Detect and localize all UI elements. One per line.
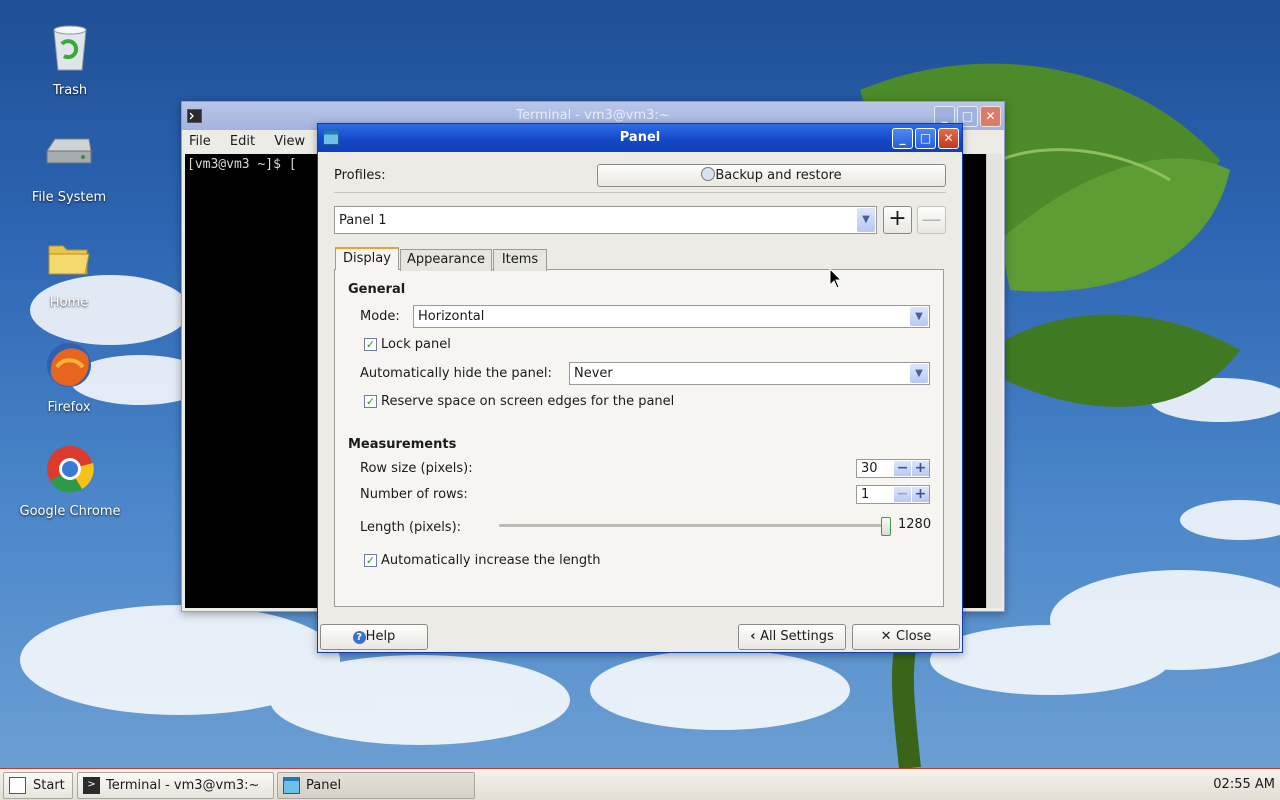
panel-titlebar[interactable]: Panel <box>318 124 962 152</box>
terminal-scrollbar[interactable] <box>986 154 1002 608</box>
chevron-down-icon: ▼ <box>857 208 875 232</box>
panel-select[interactable]: Panel 1 ▼ <box>334 206 877 234</box>
lock-panel-label[interactable]: Lock panel <box>381 337 451 352</box>
lock-panel-checkbox[interactable]: ✓ <box>364 338 377 351</box>
rows-spinner[interactable]: 1 − + <box>856 485 930 504</box>
general-heading: General <box>348 282 406 297</box>
panel-maximize-button[interactable]: □ <box>915 128 936 149</box>
auto-increase-label[interactable]: Automatically increase the length <box>381 553 601 568</box>
length-slider-track[interactable] <box>499 524 891 527</box>
desktop-icon-google-chrome[interactable]: Google Chrome <box>15 443 125 520</box>
help-icon: ? <box>352 631 366 644</box>
length-value: 1280 <box>898 517 932 532</box>
auto-increase-checkbox[interactable]: ✓ <box>364 554 377 567</box>
tab-display[interactable]: Display <box>335 247 399 270</box>
terminal-title: Terminal - vm3@vm3:~ <box>516 108 670 123</box>
desktop-icon-label: Trash <box>52 83 88 98</box>
profiles-label: Profiles: <box>334 168 386 183</box>
desktop-icon-file-system[interactable]: File System <box>14 129 124 206</box>
start-button[interactable]: Start <box>3 772 73 799</box>
tab-items[interactable]: Items <box>493 249 547 271</box>
desktop-icon-label: Google Chrome <box>19 504 121 519</box>
rows-value: 1 <box>861 487 870 502</box>
autohide-label: Automatically hide the panel: <box>360 366 552 381</box>
mode-select[interactable]: Horizontal ▼ <box>413 305 930 328</box>
plus-icon[interactable]: + <box>912 487 929 502</box>
minus-icon: — <box>921 207 942 231</box>
autohide-select[interactable]: Never ▼ <box>569 362 930 385</box>
taskbar-item-panel[interactable]: Panel <box>277 772 475 799</box>
remove-panel-button[interactable]: — <box>917 206 946 234</box>
terminal-menu-file[interactable]: File <box>189 134 211 149</box>
terminal-close-button[interactable]: ✕ <box>980 106 1001 127</box>
terminal-icon <box>187 109 202 123</box>
plus-icon[interactable]: + <box>912 461 929 476</box>
backup-restore-button[interactable]: Backup and restore <box>597 164 946 187</box>
panel-close-button[interactable]: ✕ <box>938 128 959 149</box>
start-menu-icon <box>9 777 26 794</box>
tab-appearance[interactable]: Appearance <box>400 249 492 271</box>
help-button[interactable]: ? Help <box>320 624 428 650</box>
mouse-cursor-icon <box>829 268 843 289</box>
length-label: Length (pixels): <box>360 520 462 535</box>
close-icon: ✕ <box>880 629 896 644</box>
all-settings-button[interactable]: ‹ All Settings <box>738 624 846 650</box>
terminal-icon: > <box>83 777 100 794</box>
trash-icon <box>53 25 87 71</box>
chevron-left-icon: ‹ <box>750 629 761 644</box>
minus-icon[interactable]: − <box>894 461 911 476</box>
chrome-icon <box>47 446 94 493</box>
desktop-icon-trash[interactable]: Trash <box>15 22 125 99</box>
row-size-value: 30 <box>861 461 878 476</box>
minus-icon[interactable]: − <box>894 487 911 502</box>
desktop-icon-label: Firefox <box>47 400 91 415</box>
row-size-spinner[interactable]: 30 − + <box>856 459 930 478</box>
row-size-label: Row size (pixels): <box>360 461 473 476</box>
folder-icon <box>48 245 90 275</box>
panel-app-icon <box>323 130 339 145</box>
reserve-space-label[interactable]: Reserve space on screen edges for the pa… <box>381 394 674 409</box>
backup-icon <box>701 167 716 181</box>
chevron-down-icon: ▼ <box>910 307 928 326</box>
firefox-icon <box>47 343 91 387</box>
desktop-icon-label: File System <box>31 190 107 205</box>
chevron-down-icon: ▼ <box>910 364 928 383</box>
plus-icon: + <box>888 206 907 231</box>
panel-app-icon <box>283 777 300 794</box>
hard-drive-icon <box>46 138 92 164</box>
panel-minimize-button[interactable]: _ <box>892 128 913 149</box>
taskbar-clock: 02:55 AM <box>1213 777 1275 792</box>
reserve-space-checkbox[interactable]: ✓ <box>364 395 377 408</box>
desktop-icon-home[interactable]: Home <box>14 234 124 311</box>
rows-label: Number of rows: <box>360 487 468 502</box>
measurements-heading: Measurements <box>348 437 457 452</box>
close-button[interactable]: ✕ Close <box>852 624 960 650</box>
add-panel-button[interactable]: + <box>883 206 912 234</box>
taskbar-item-terminal[interactable]: > Terminal - vm3@vm3:~ <box>77 772 274 799</box>
panel-title: Panel <box>619 130 661 145</box>
mode-label: Mode: <box>360 309 400 324</box>
length-slider-thumb[interactable] <box>881 517 891 536</box>
desktop-icon-label: Home <box>49 295 89 310</box>
profiles-divider <box>334 192 946 193</box>
desktop-icon-firefox[interactable]: Firefox <box>14 339 124 416</box>
terminal-prompt: [vm3@vm3 ~]$ [ <box>187 157 297 172</box>
terminal-menu-view[interactable]: View <box>274 134 305 149</box>
taskbar: Start > Terminal - vm3@vm3:~ Panel 02:55… <box>0 768 1280 800</box>
terminal-menu-edit[interactable]: Edit <box>230 134 255 149</box>
